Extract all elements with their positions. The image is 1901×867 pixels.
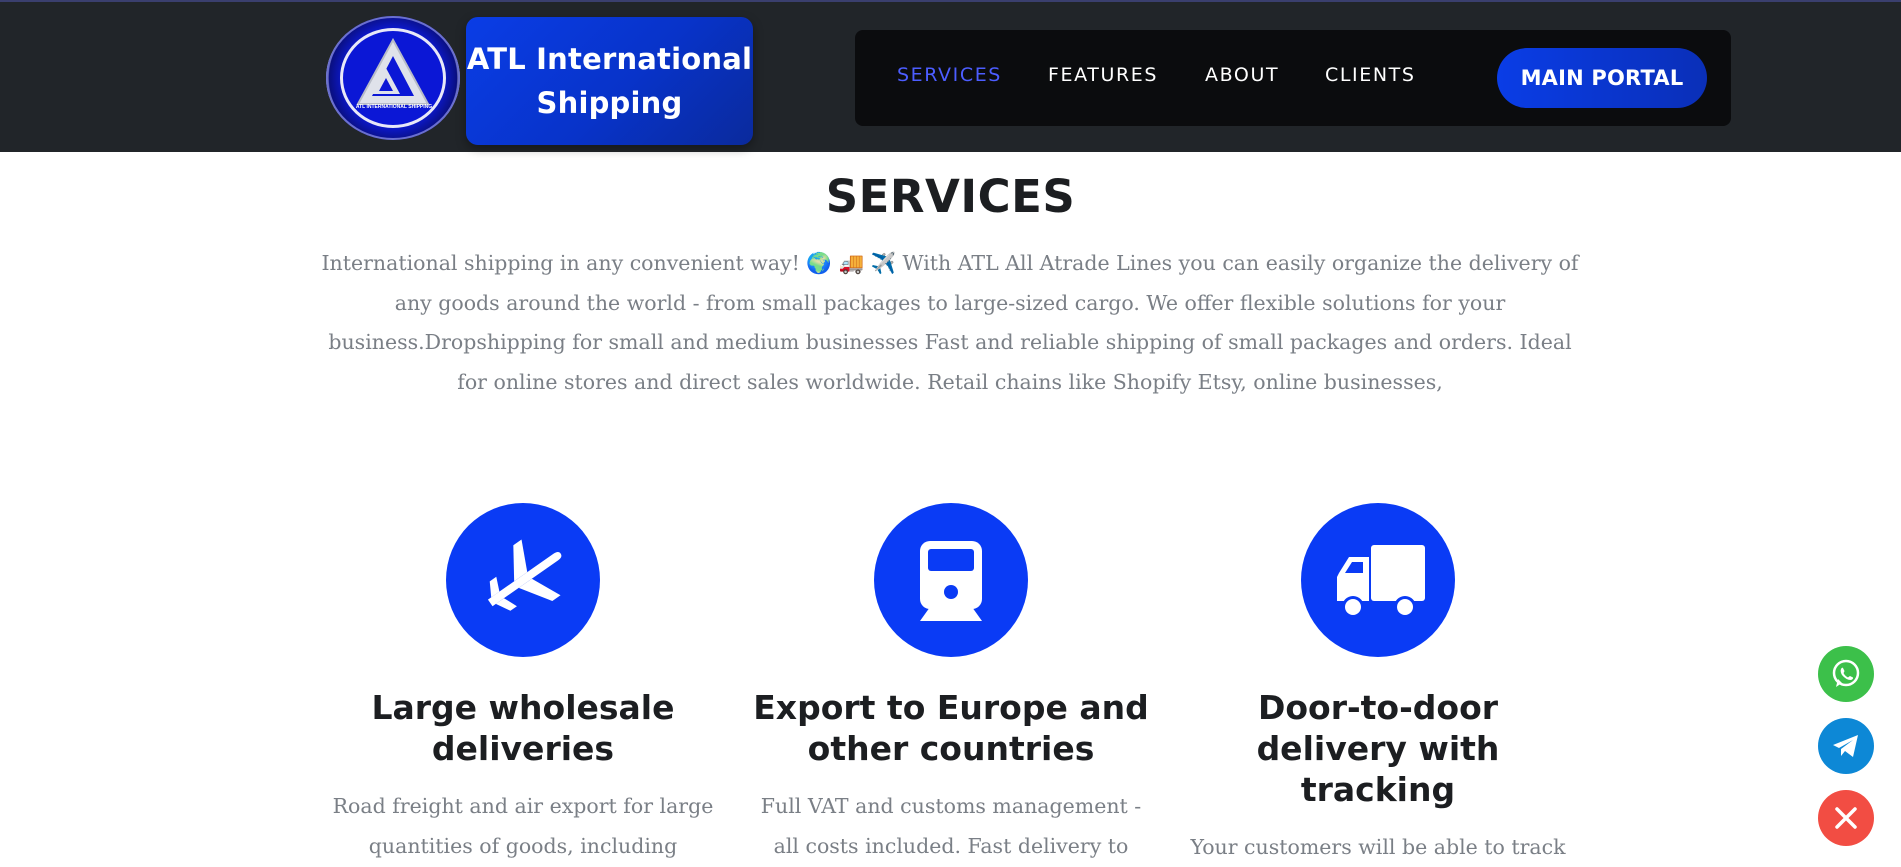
telegram-icon: [1833, 735, 1858, 757]
site-header: ATL INTERNATIONAL SHIPPING ATL Internati…: [0, 0, 1901, 152]
nav-services[interactable]: SERVICES: [897, 64, 1002, 86]
nav-about[interactable]: ABOUT: [1205, 64, 1279, 86]
atl-logo-icon: [356, 38, 430, 105]
close-button[interactable]: [1818, 790, 1874, 846]
service-title: Door-to-door delivery with tracking: [1256, 688, 1500, 809]
brand-title: ATL International Shipping: [467, 37, 752, 125]
telegram-button[interactable]: [1818, 718, 1874, 774]
truck-icon: [1301, 503, 1455, 657]
nav-clients[interactable]: CLIENTS: [1325, 64, 1416, 86]
brand-title-line2: Shipping: [536, 86, 683, 120]
logo-caption: ATL INTERNATIONAL SHIPPING: [355, 104, 433, 110]
brand-title-box[interactable]: ATL International Shipping: [466, 17, 753, 145]
service-card-door-to-door: Door-to-door delivery with tracking Your…: [1178, 503, 1578, 867]
train-icon: [874, 503, 1028, 657]
service-card-wholesale: Large wholesale deliveries Road freight …: [323, 503, 723, 866]
nav-features[interactable]: FEATURES: [1048, 64, 1158, 86]
service-card-export: Export to Europe and other countries Ful…: [751, 503, 1151, 866]
service-title: Export to Europe and other countries: [753, 688, 1149, 768]
plane-icon: [446, 503, 600, 657]
whatsapp-icon: [1832, 659, 1860, 687]
brand-title-line1: ATL International: [466, 42, 753, 76]
services-title: SERVICES: [825, 170, 1076, 223]
services-intro: International shipping in any convenient…: [321, 251, 1579, 394]
main-portal-button[interactable]: MAIN PORTAL: [1497, 48, 1707, 108]
service-text: Full VAT and customs management - all co…: [760, 794, 1142, 858]
service-title: Large wholesale deliveries: [371, 688, 675, 768]
service-text: Your customers will be able to track ord…: [1190, 835, 1566, 859]
logo[interactable]: ATL INTERNATIONAL SHIPPING: [326, 16, 460, 140]
service-text: Road freight and air export for large qu…: [332, 794, 714, 858]
close-icon: [1835, 807, 1857, 829]
whatsapp-button[interactable]: [1818, 646, 1874, 702]
